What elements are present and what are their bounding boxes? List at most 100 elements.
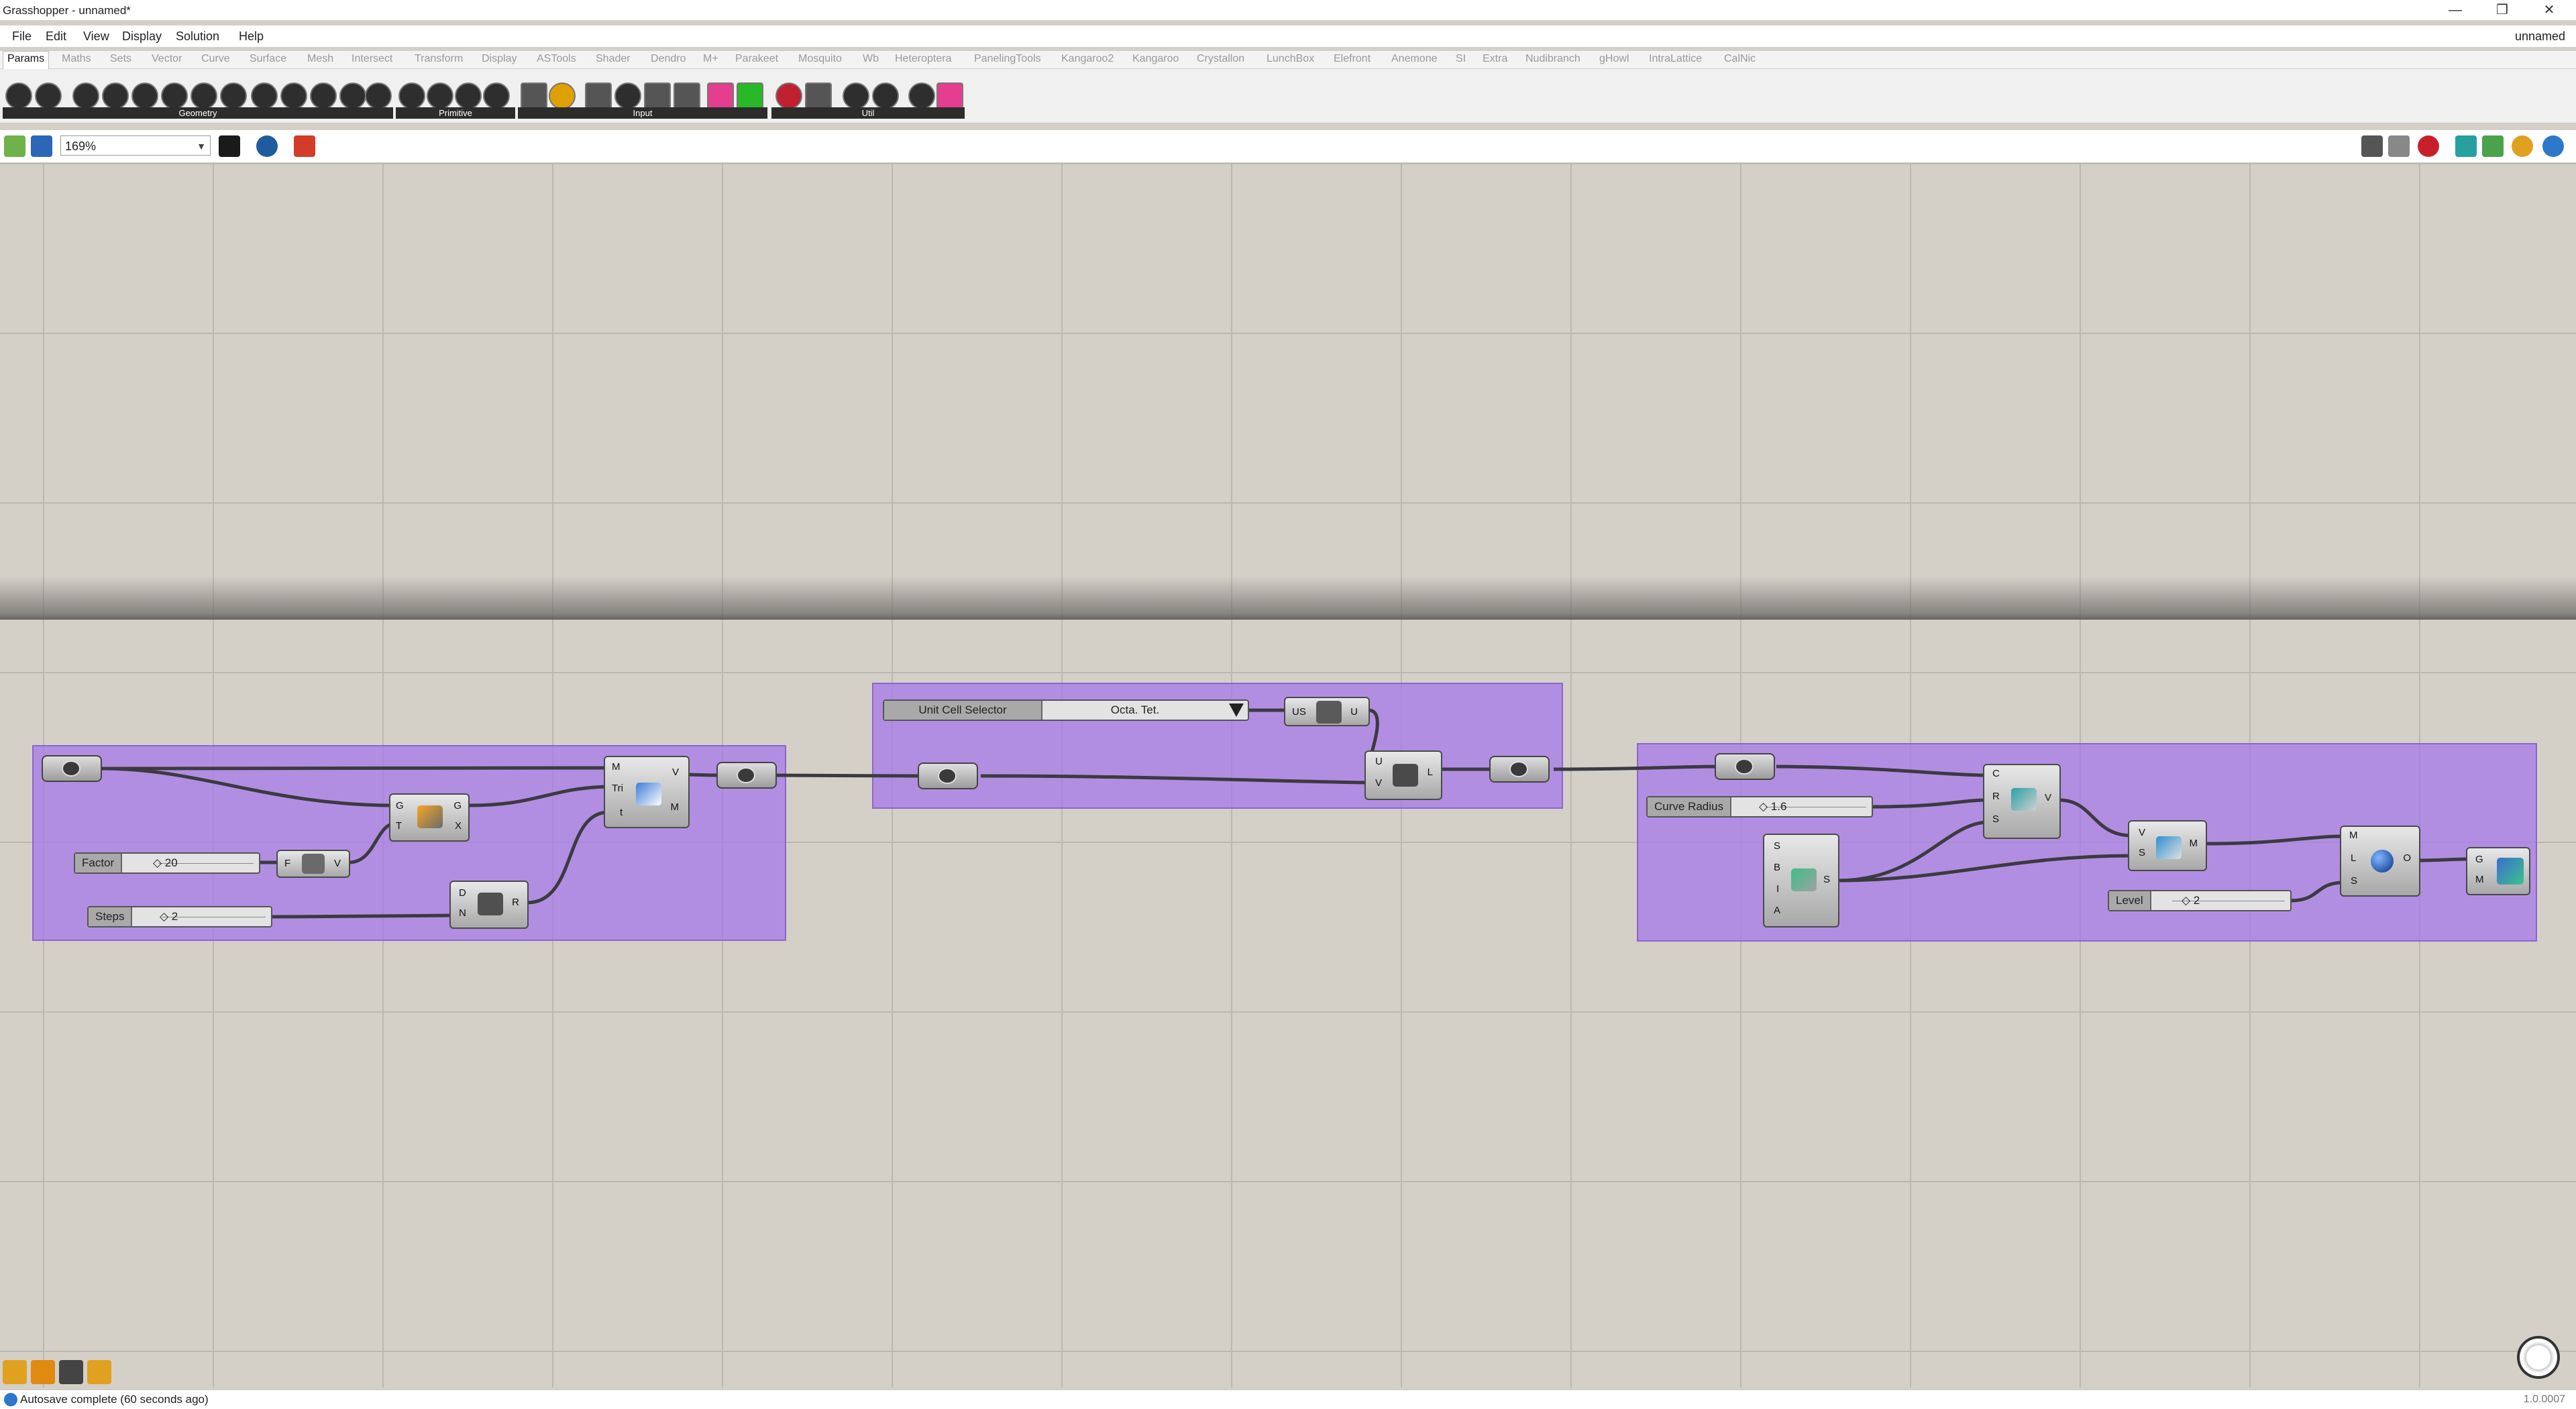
tab-heteroptera[interactable]: Heteroptera bbox=[895, 53, 952, 65]
tab-kangaroo2[interactable]: Kangaroo2 bbox=[1061, 53, 1114, 65]
gradient-component[interactable]: G T G X bbox=[389, 793, 470, 842]
tab-mosquito[interactable]: Mosquito bbox=[798, 53, 842, 65]
circular-arc-icon[interactable] bbox=[102, 82, 129, 109]
plane-icon[interactable] bbox=[191, 82, 217, 109]
open-file-icon[interactable] bbox=[4, 135, 25, 157]
cluster-widget-icon[interactable] bbox=[59, 1360, 83, 1384]
cluster-icon[interactable] bbox=[908, 82, 935, 109]
steps-slider[interactable]: Steps ◇ 2 bbox=[87, 906, 272, 927]
group-icon[interactable] bbox=[365, 82, 392, 109]
tab-kangaroo[interactable]: Kangaroo bbox=[1132, 53, 1179, 65]
tab-panelingtools[interactable]: PanelingTools bbox=[974, 53, 1041, 65]
curve-icon[interactable] bbox=[131, 82, 158, 109]
subd-icon[interactable] bbox=[339, 82, 366, 109]
integer-icon[interactable] bbox=[427, 82, 453, 109]
preview-shaded-icon[interactable] bbox=[2418, 135, 2439, 157]
tab-nudibranch[interactable]: Nudibranch bbox=[1525, 53, 1580, 65]
tab-astools[interactable]: ASTools bbox=[537, 53, 576, 65]
navigation-wheel[interactable] bbox=[2517, 1336, 2560, 1379]
expression-component[interactable]: F V bbox=[276, 850, 350, 878]
point-icon[interactable] bbox=[220, 82, 247, 109]
tab-crystallon[interactable]: Crystallon bbox=[1197, 53, 1244, 65]
preview-off-icon[interactable] bbox=[2388, 135, 2410, 157]
mesh-param[interactable] bbox=[716, 762, 777, 789]
text-tag-icon[interactable] bbox=[3, 1360, 27, 1384]
tab-wb[interactable]: Wb bbox=[863, 53, 879, 65]
close-button[interactable]: ✕ bbox=[2529, 1, 2569, 19]
curve-param-input[interactable] bbox=[1715, 753, 1775, 780]
unit-cell-selector[interactable]: Unit Cell Selector Octa. Tet. bbox=[883, 699, 1249, 721]
tab-elefront[interactable]: Elefront bbox=[1334, 53, 1371, 65]
panel-icon[interactable] bbox=[585, 82, 612, 109]
curve-param[interactable] bbox=[1489, 756, 1550, 783]
slider-icon[interactable] bbox=[521, 82, 547, 109]
relay-arrow-icon[interactable] bbox=[843, 82, 869, 109]
eye-icon[interactable] bbox=[256, 135, 278, 157]
unit-cell-component[interactable]: US U bbox=[1284, 697, 1370, 726]
distance-component[interactable]: D N R bbox=[449, 881, 529, 929]
dropdown-arrow-icon[interactable] bbox=[1229, 703, 1244, 717]
swatch-icon[interactable] bbox=[737, 82, 763, 109]
geometry-pipeline-icon[interactable] bbox=[35, 82, 62, 109]
gradient-icon[interactable] bbox=[707, 82, 734, 109]
tab-display[interactable]: Display bbox=[482, 53, 517, 65]
minimize-button[interactable]: — bbox=[2435, 1, 2475, 19]
curve-radius-slider[interactable]: Curve Radius ◇ 1.6 bbox=[1646, 796, 1873, 818]
menu-help[interactable]: Help bbox=[239, 30, 264, 44]
tab-mplus[interactable]: M+ bbox=[703, 53, 718, 65]
restore-button[interactable]: ❐ bbox=[2482, 1, 2522, 19]
text-icon[interactable] bbox=[483, 82, 510, 109]
zoom-extents-icon[interactable] bbox=[219, 135, 240, 157]
tab-vector[interactable]: Vector bbox=[152, 53, 182, 65]
tab-parakeet[interactable]: Parakeet bbox=[735, 53, 778, 65]
geometry-icon[interactable] bbox=[5, 82, 32, 109]
factor-slider[interactable]: Factor ◇ 20 bbox=[74, 852, 260, 874]
graph-mapper-icon[interactable] bbox=[549, 82, 576, 109]
menu-file[interactable]: File bbox=[12, 30, 32, 44]
menu-view[interactable]: View bbox=[83, 30, 109, 44]
custom-preview-icon[interactable] bbox=[2512, 135, 2533, 157]
value-list-icon[interactable] bbox=[644, 82, 671, 109]
menu-solution[interactable]: Solution bbox=[176, 30, 219, 44]
mesh-settings-icon[interactable] bbox=[2482, 135, 2504, 157]
tab-calnic[interactable]: CalNic bbox=[1724, 53, 1756, 65]
tab-surface[interactable]: Surface bbox=[250, 53, 286, 65]
tab-curve[interactable]: Curve bbox=[201, 53, 230, 65]
smooth-mesh-component[interactable]: M L S O bbox=[2340, 826, 2420, 897]
circle-icon[interactable] bbox=[72, 82, 99, 109]
tab-sets[interactable]: Sets bbox=[110, 53, 131, 65]
fire-icon[interactable] bbox=[31, 1360, 55, 1384]
number-icon[interactable] bbox=[455, 82, 482, 109]
level-slider[interactable]: Level ◇ 2 bbox=[2108, 890, 2292, 911]
cherry-icon[interactable] bbox=[775, 82, 802, 109]
hollow-arrow-icon[interactable] bbox=[872, 82, 899, 109]
line-icon[interactable] bbox=[161, 82, 188, 109]
crystallon-lattice-component[interactable]: U V L bbox=[1364, 750, 1442, 800]
boolean-icon[interactable] bbox=[398, 82, 425, 109]
preview-selected-icon[interactable] bbox=[2455, 135, 2477, 157]
data-dam-icon[interactable] bbox=[805, 82, 832, 109]
tab-si[interactable]: SI bbox=[1456, 53, 1466, 65]
voxel-mesh-component[interactable]: V S M bbox=[2128, 820, 2207, 871]
grasshopper-canvas[interactable]: G T G X M Tri t V M Factor ◇ 20 F V Step… bbox=[0, 163, 2576, 1388]
surface-param[interactable] bbox=[918, 763, 978, 789]
tab-maths[interactable]: Maths bbox=[62, 53, 91, 65]
profiler-icon[interactable] bbox=[87, 1360, 111, 1384]
flask-icon[interactable] bbox=[936, 82, 963, 109]
tab-ghowl[interactable]: gHowl bbox=[1599, 53, 1629, 65]
tab-intralattice[interactable]: IntraLattice bbox=[1649, 53, 1702, 65]
tab-mesh[interactable]: Mesh bbox=[307, 53, 333, 65]
tab-intersect[interactable]: Intersect bbox=[352, 53, 392, 65]
tab-anemone[interactable]: Anemone bbox=[1391, 53, 1438, 65]
tab-lunchbox[interactable]: LunchBox bbox=[1267, 53, 1314, 65]
bounding-box-component[interactable]: S B I A S bbox=[1763, 834, 1839, 927]
tab-dendro[interactable]: Dendro bbox=[651, 53, 686, 65]
zoom-dropdown[interactable]: 169% ▼ bbox=[60, 135, 211, 156]
mesh-icon[interactable] bbox=[280, 82, 307, 109]
menu-edit[interactable]: Edit bbox=[46, 30, 66, 44]
globe-icon[interactable] bbox=[2542, 135, 2564, 157]
tab-transform[interactable]: Transform bbox=[415, 53, 463, 65]
menu-display[interactable]: Display bbox=[122, 30, 162, 44]
brep-icon[interactable] bbox=[251, 82, 278, 109]
geometry-param[interactable] bbox=[42, 755, 102, 782]
